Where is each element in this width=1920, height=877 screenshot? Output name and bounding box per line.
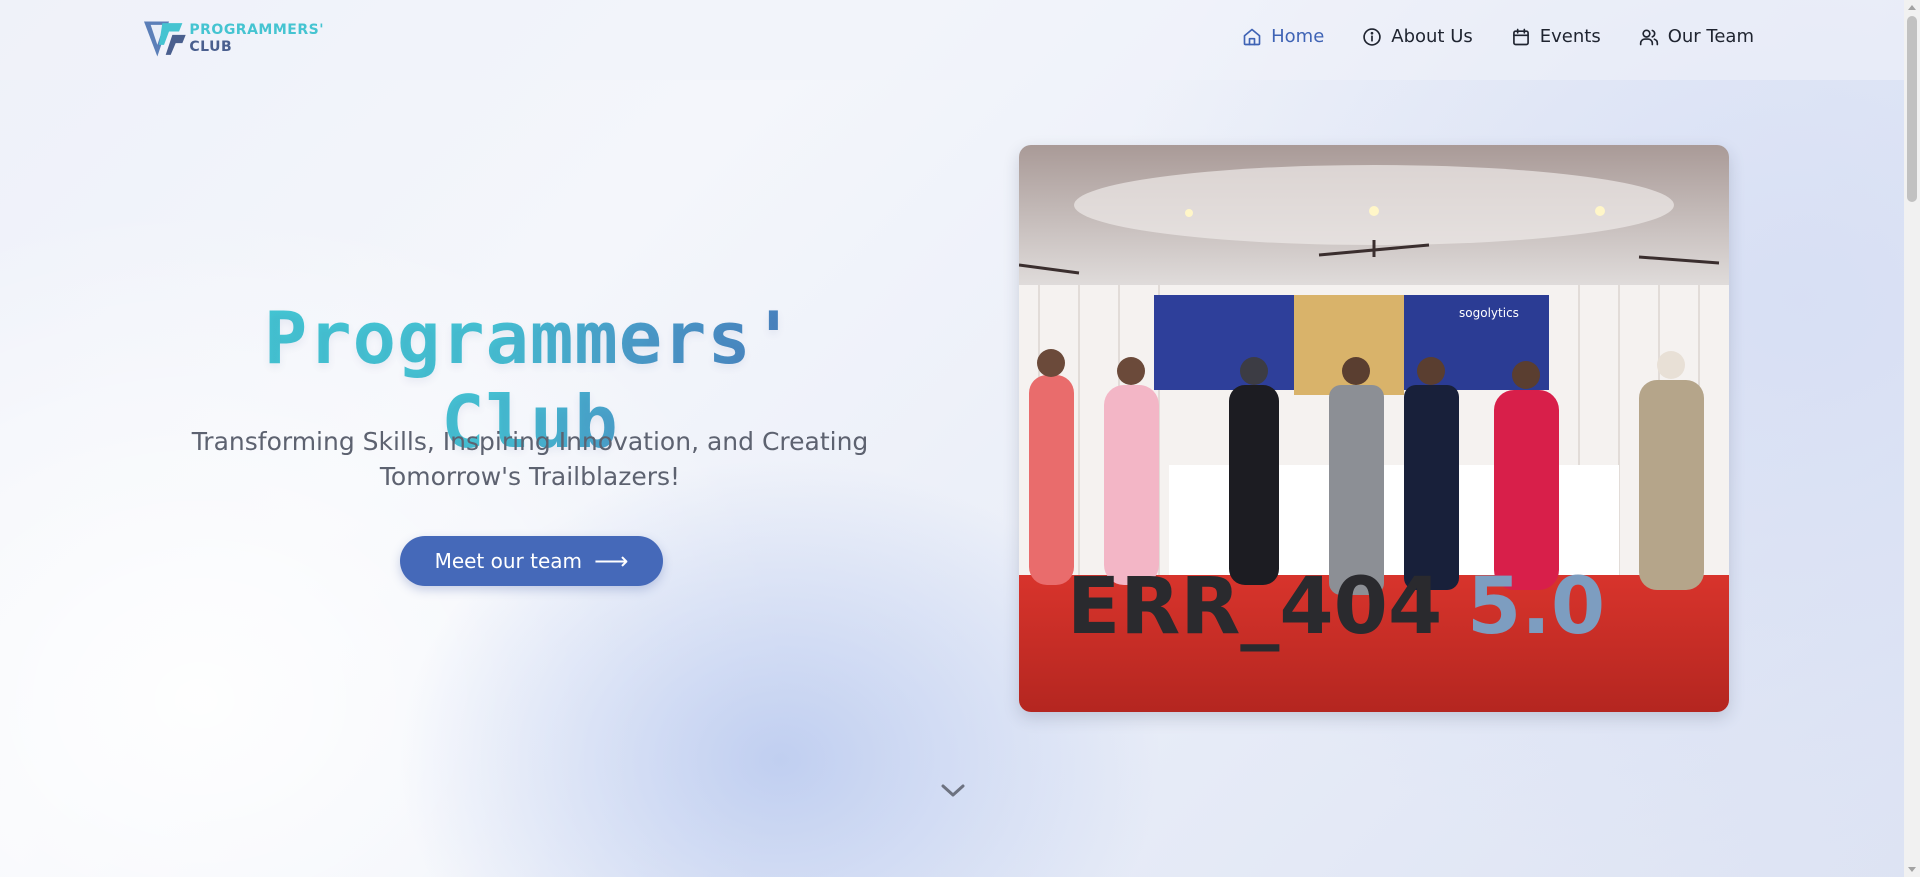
nav-label-our-team: Our Team [1667, 26, 1754, 47]
chevron-down-icon[interactable] [938, 780, 968, 802]
pc-logo-icon [144, 21, 186, 57]
home-icon [1243, 28, 1261, 45]
logo-text: PROGRAMMERS' CLUB [189, 22, 324, 56]
scroll-down-arrow-icon[interactable] [1908, 867, 1916, 872]
hero-event-photo: sogolytics ERR_404 5.0 [1019, 145, 1729, 712]
site-header: PROGRAMMERS' CLUB Home About Us Events O… [0, 0, 1904, 80]
arrow-right-icon: ⟶ [594, 547, 629, 575]
stage-letters-err404: ERR_404 [1067, 562, 1442, 652]
nav-item-our-team[interactable]: Our Team [1639, 26, 1754, 47]
nav-label-events: Events [1539, 26, 1601, 47]
event-photo-illustration: sogolytics ERR_404 5.0 [1019, 145, 1729, 712]
meet-our-team-button[interactable]: Meet our team ⟶ [400, 536, 663, 586]
main-nav: Home About Us Events Our Team [1242, 26, 1754, 47]
nav-item-about-us[interactable]: About Us [1362, 26, 1473, 47]
logo-line-2: CLUB [189, 39, 233, 55]
site-logo[interactable]: PROGRAMMERS' CLUB [144, 16, 324, 62]
hero-subtitle: Transforming Skills, Inspiring Innovatio… [191, 427, 869, 491]
stage-letters-version: 5.0 [1467, 562, 1605, 652]
scroll-up-arrow-icon[interactable] [1908, 5, 1916, 10]
nav-label-home: Home [1271, 26, 1325, 47]
calendar-icon [1512, 28, 1529, 45]
logo-line-1: PROGRAMMERS' [189, 22, 324, 38]
scroll-thumb[interactable] [1907, 16, 1917, 202]
page-scrollbar[interactable] [1904, 0, 1920, 877]
nav-item-home[interactable]: Home [1242, 26, 1324, 47]
users-icon [1639, 28, 1658, 45]
banner-sponsor-text: sogolytics [1459, 306, 1519, 320]
nav-label-about-us: About Us [1391, 26, 1473, 47]
info-icon [1363, 27, 1382, 46]
meet-our-team-label: Meet our team [434, 549, 583, 573]
nav-item-events[interactable]: Events [1511, 26, 1601, 47]
